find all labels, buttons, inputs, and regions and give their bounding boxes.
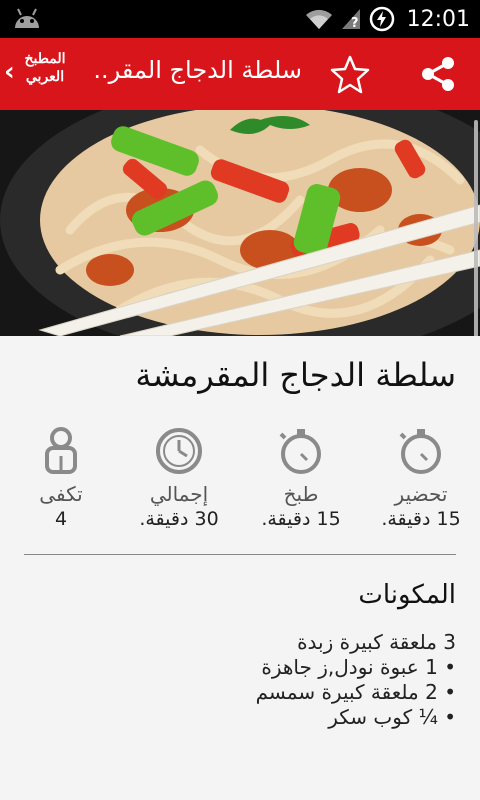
logo-line-2: العربي	[25, 69, 65, 85]
recipe-title: سلطة الدجاج المقرمشة	[135, 356, 456, 394]
clock-time: 12:01	[406, 6, 470, 32]
person-icon	[45, 427, 77, 474]
stat-total-value: 30 دقيقة.	[139, 508, 219, 530]
stat-cook-label: طبخ	[283, 482, 319, 506]
stat-total: إجمالي 30 دقيقة.	[124, 426, 234, 530]
divider	[24, 554, 456, 555]
stopwatch-icon	[399, 429, 441, 474]
favorite-star-icon[interactable]	[330, 54, 370, 94]
ingredient-item: 3 ملعقة كبيرة زبدة	[297, 630, 456, 654]
recipe-content: سلطة الدجاج المقرمشة تحضير 15 دقيقة. طبخ…	[0, 336, 480, 800]
ingredient-item: • ¼ كوب سكر	[328, 705, 456, 729]
ingredients-list: 3 ملعقة كبيرة زبدة • 1 عبوة نودل,ز جاهزة…	[36, 630, 456, 730]
stat-cook-value: 15 دقيقة.	[261, 508, 341, 530]
stat-serves-value: 4	[54, 508, 68, 530]
app-bar: ‹ المطبخ العربي سلطة الدجاج المقر...	[0, 38, 480, 110]
status-bar: ? 12:01	[0, 0, 480, 38]
food-image	[0, 110, 480, 336]
android-icon	[15, 8, 39, 28]
stat-prep: تحضير 15 دقيقة.	[366, 426, 476, 530]
stat-total-label: إجمالي	[149, 482, 209, 506]
ingredient-item: • 1 عبوة نودل,ز جاهزة	[261, 655, 456, 679]
stat-serves-label: تكفى	[39, 482, 83, 506]
ingredients-heading: المكونات	[358, 580, 456, 610]
wifi-icon	[305, 9, 332, 29]
clock-icon	[156, 428, 202, 474]
recipe-photo	[0, 110, 480, 336]
ingredient-item: • 2 ملعقة كبيرة سمسم	[255, 680, 456, 704]
stopwatch-icon	[279, 429, 321, 474]
stat-prep-value: 15 دقيقة.	[381, 508, 461, 530]
stat-prep-label: تحضير	[394, 482, 448, 506]
stat-serves: تكفى 4	[6, 426, 116, 530]
share-icon[interactable]	[418, 54, 458, 94]
no-signal-icon: ?	[341, 9, 360, 31]
logo-line-1: المطبخ	[24, 51, 66, 67]
stat-cook: طبخ 15 دقيقة.	[246, 426, 356, 530]
app-logo[interactable]: المطبخ العربي	[20, 50, 70, 98]
back-chevron-icon[interactable]: ‹	[4, 57, 15, 87]
svg-text:?: ?	[351, 16, 359, 31]
battery-charging-icon	[369, 6, 394, 32]
app-bar-title: سلطة الدجاج المقر...	[92, 56, 302, 84]
